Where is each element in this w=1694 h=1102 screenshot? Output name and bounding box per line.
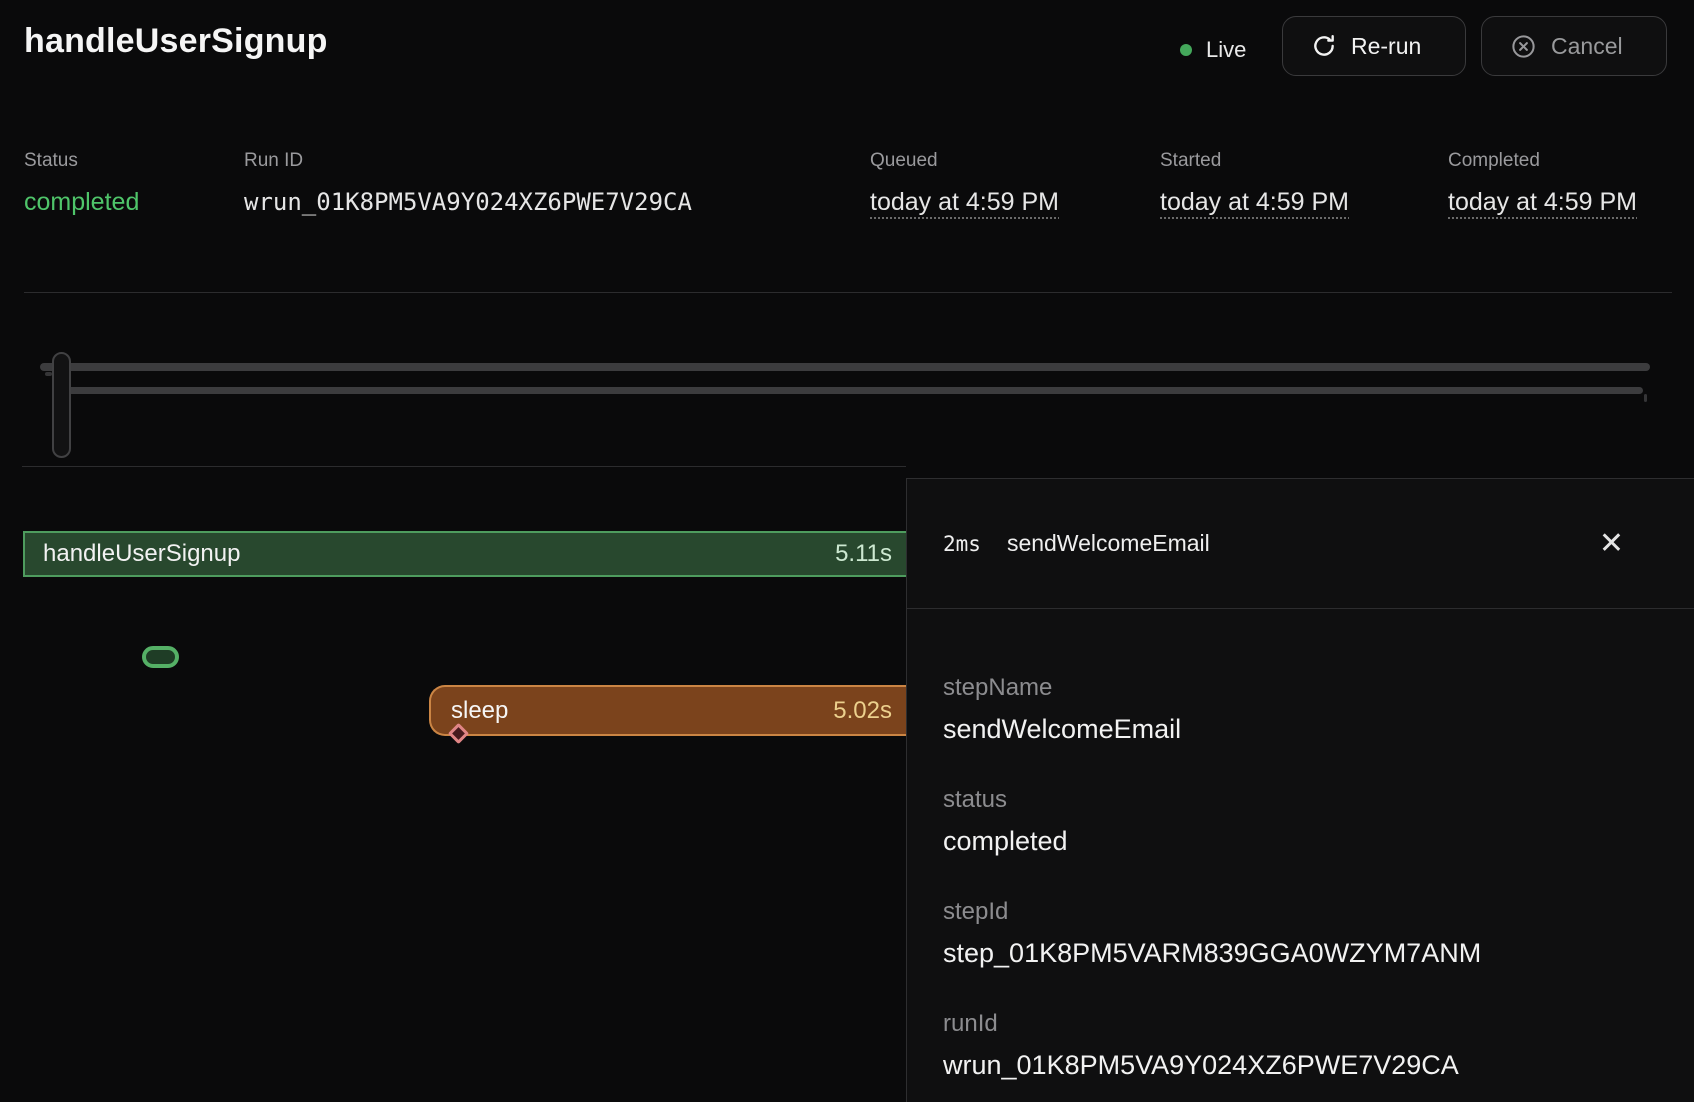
step-detail-panel: 2ms sendWelcomeEmail ✕ stepName sendWelc… <box>906 478 1694 1102</box>
meta-run-id: Run ID wrun_01K8PM5VA9Y024XZ6PWE7V29CA <box>244 150 692 216</box>
rerun-button-label: Re-run <box>1351 33 1421 60</box>
queued-value: today at 4:59 PM <box>870 188 1059 217</box>
refresh-icon <box>1311 33 1337 59</box>
span-duration: 5.11s <box>835 540 892 568</box>
minimap-bar-root <box>40 363 1650 371</box>
circle-x-icon <box>1510 33 1537 60</box>
field-label: status <box>943 785 1654 815</box>
field-stepName: stepName sendWelcomeEmail <box>943 673 1654 747</box>
cancel-button-label: Cancel <box>1551 33 1623 60</box>
run-id-label: Run ID <box>244 150 692 172</box>
field-value: completed <box>943 823 1654 859</box>
field-value: sendWelcomeEmail <box>943 711 1654 747</box>
span-bar-sleep[interactable]: sleep 5.02s <box>429 685 906 736</box>
meta-started: Started today at 4:59 PM <box>1160 150 1349 217</box>
status-label: Status <box>24 150 139 172</box>
section-divider <box>24 292 1672 293</box>
live-indicator: Live <box>1180 28 1246 72</box>
status-value: completed <box>24 188 139 217</box>
field-runId: runId wrun_01K8PM5VA9Y024XZ6PWE7V29CA <box>943 1009 1654 1083</box>
panel-step-title: sendWelcomeEmail <box>1007 530 1210 557</box>
panel-step-duration: 2ms <box>943 532 981 556</box>
field-label: stepId <box>943 897 1654 927</box>
panel-header: 2ms sendWelcomeEmail ✕ <box>907 479 1694 609</box>
field-stepId: stepId step_01K8PM5VARM839GGA0WZYM7ANM <box>943 897 1654 971</box>
minimap-mark-step <box>45 372 52 376</box>
panel-fields: stepName sendWelcomeEmail status complet… <box>907 609 1694 1083</box>
span-label: sleep <box>451 697 508 725</box>
field-label: stepName <box>943 673 1654 703</box>
started-value: today at 4:59 PM <box>1160 188 1349 217</box>
live-status-dot-icon <box>1180 44 1192 56</box>
field-value: step_01K8PM5VARM839GGA0WZYM7ANM <box>943 935 1654 971</box>
field-value: wrun_01K8PM5VA9Y024XZ6PWE7V29CA <box>943 1047 1654 1083</box>
rerun-button[interactable]: Re-run <box>1282 16 1466 76</box>
meta-queued: Queued today at 4:59 PM <box>870 150 1059 217</box>
meta-status: Status completed <box>24 150 139 217</box>
live-label: Live <box>1206 37 1246 63</box>
span-pill-sendWelcomeEmail[interactable] <box>142 646 179 668</box>
meta-completed: Completed today at 4:59 PM <box>1448 150 1637 217</box>
started-label: Started <box>1160 150 1349 172</box>
span-bar-handleUserSignup[interactable]: handleUserSignup 5.11s <box>23 531 906 577</box>
page-title: handleUserSignup <box>24 22 328 61</box>
minimap-mark-end <box>1644 394 1647 402</box>
close-icon[interactable]: ✕ <box>1599 529 1624 559</box>
span-duration: 5.02s <box>833 697 892 725</box>
completed-label: Completed <box>1448 150 1637 172</box>
span-label: handleUserSignup <box>43 540 240 568</box>
completed-value: today at 4:59 PM <box>1448 188 1637 217</box>
run-detail-page: handleUserSignup Live Re-run Cancel Stat… <box>0 0 1694 1102</box>
minimap-bar-sleep <box>59 387 1643 394</box>
waterfall-top-border <box>22 466 906 467</box>
run-id-value: wrun_01K8PM5VA9Y024XZ6PWE7V29CA <box>244 188 692 216</box>
queued-label: Queued <box>870 150 1059 172</box>
timeline-zoom-handle[interactable] <box>52 352 71 458</box>
cancel-button[interactable]: Cancel <box>1481 16 1667 76</box>
field-label: runId <box>943 1009 1654 1039</box>
field-status: status completed <box>943 785 1654 859</box>
